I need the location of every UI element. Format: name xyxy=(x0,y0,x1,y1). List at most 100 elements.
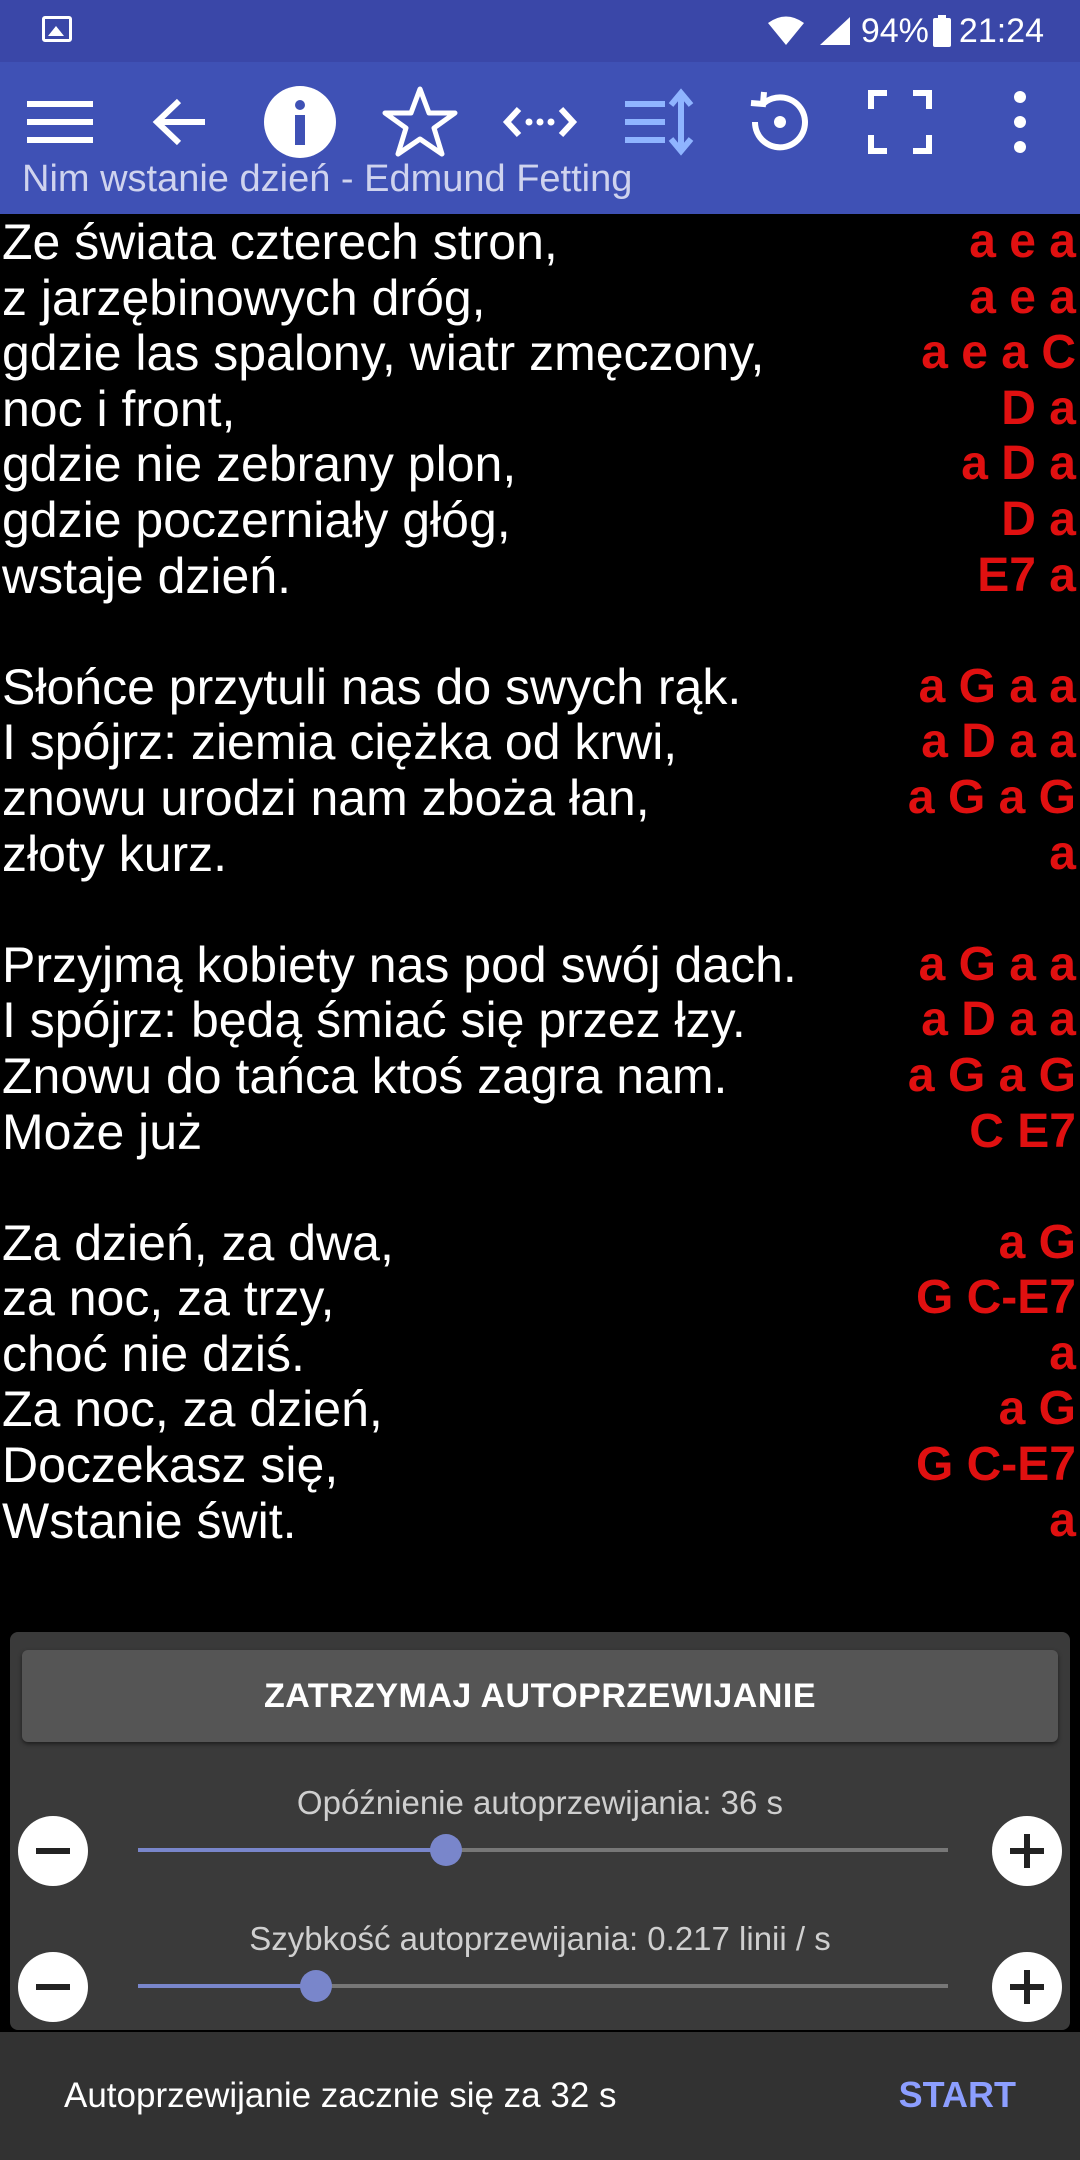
lyric-text: gdzie poczerniały głóg, xyxy=(2,491,511,548)
lyric-line: Wstanie świt. a xyxy=(0,1493,1080,1549)
chord-label[interactable]: a G xyxy=(999,1215,1076,1271)
wifi-icon xyxy=(767,16,804,45)
lyrics-view[interactable]: Ze świata czterech stron, a e az jarzębin… xyxy=(0,214,1080,1549)
chord-label[interactable]: D a xyxy=(1001,381,1076,437)
chord-label[interactable]: a G a a xyxy=(919,937,1076,993)
start-button[interactable]: START xyxy=(899,2074,1016,2116)
delay-slider-thumb[interactable] xyxy=(429,1834,462,1866)
speed-slider[interactable] xyxy=(138,1966,948,2006)
chord-label[interactable]: a G a G xyxy=(908,1048,1076,1104)
battery-percent: 94% xyxy=(860,11,929,50)
lyric-text: Za dzień, za dwa, xyxy=(2,1214,394,1271)
speed-increase-button[interactable] xyxy=(992,1952,1062,2022)
chord-label[interactable]: a D a xyxy=(961,436,1076,492)
lyric-text: Znowu do tańca ktoś zagra nam. xyxy=(2,1047,728,1104)
app-toolbar: Nim wstanie dzień - Edmund Fetting xyxy=(0,62,1080,214)
signal-icon xyxy=(819,17,850,45)
chord-label[interactable]: a G xyxy=(999,1381,1076,1437)
lyric-line: znowu urodzi nam zboża łan, a G a G xyxy=(0,770,1080,826)
lyric-text: Słońce przytuli nas do swych rąk. xyxy=(2,658,742,715)
lyric-line: Słońce przytuli nas do swych rąk. a G a a xyxy=(0,659,1080,715)
lyric-text: I spójrz: ziemia ciężka od krwi, xyxy=(2,714,678,771)
lyric-line: gdzie nie zebrany plon, a D a xyxy=(0,436,1080,492)
stanza-gap xyxy=(0,603,1080,659)
history-icon[interactable] xyxy=(738,80,822,164)
autoscroll-panel: ZATRZYMAJ AUTOPRZEWIJANIE Opóźnienie aut… xyxy=(10,1632,1070,2030)
lyric-line: złoty kurz. a xyxy=(0,826,1080,882)
chord-label[interactable]: a D a a xyxy=(921,714,1076,770)
stanza-gap xyxy=(0,881,1080,937)
lyric-line: I spójrz: będą śmiać się przez łzy. a D a… xyxy=(0,992,1080,1048)
lyric-text: gdzie nie zebrany plon, xyxy=(2,436,517,493)
chord-label[interactable]: a e a xyxy=(969,270,1076,326)
lyric-line: Za dzień, za dwa, a G xyxy=(0,1215,1080,1271)
lyric-text: z jarzębinowych dróg, xyxy=(2,269,486,326)
lyric-line: gdzie las spalony, wiatr zmęczony, a e a … xyxy=(0,325,1080,381)
chord-label[interactable]: a xyxy=(1049,1493,1076,1549)
more-vert-icon[interactable] xyxy=(978,80,1062,164)
lyric-line: za noc, za trzy, G C-E7 xyxy=(0,1270,1080,1326)
chord-label[interactable]: E7 a xyxy=(977,548,1076,604)
lyric-line: Doczekasz się, G C-E7 xyxy=(0,1437,1080,1493)
chord-label[interactable]: a xyxy=(1049,1326,1076,1382)
lyric-text: I spójrz: będą śmiać się przez łzy. xyxy=(2,992,746,1049)
stanza-gap xyxy=(0,1159,1080,1215)
lyric-text: Doczekasz się, xyxy=(2,1437,339,1494)
status-right: 94% 21:24 xyxy=(767,8,1044,54)
snackbar: Autoprzewijanie zacznie się za 32 s STAR… xyxy=(0,2032,1080,2160)
chord-label[interactable]: a D a a xyxy=(921,992,1076,1048)
lyric-text: noc i front, xyxy=(2,380,236,437)
minus-icon xyxy=(36,1848,70,1854)
lyric-text: znowu urodzi nam zboża łan, xyxy=(2,769,650,826)
lyric-text: Za noc, za dzień, xyxy=(2,1381,383,1438)
speed-decrease-button[interactable] xyxy=(18,1952,88,2022)
lyric-line: gdzie poczerniały głóg, D a xyxy=(0,492,1080,548)
chord-label[interactable]: a e a xyxy=(969,214,1076,270)
delay-decrease-button[interactable] xyxy=(18,1816,88,1886)
chord-label[interactable]: G C-E7 xyxy=(916,1437,1076,1493)
lyric-line: Znowu do tańca ktoś zagra nam. a G a G xyxy=(0,1048,1080,1104)
autoscroll-icon[interactable] xyxy=(618,80,702,164)
lyric-text: Wstanie świt. xyxy=(2,1492,297,1549)
lyric-line: I spójrz: ziemia ciężka od krwi, a D a a xyxy=(0,714,1080,770)
chord-label[interactable]: a G a G xyxy=(908,770,1076,826)
chord-label[interactable]: D a xyxy=(1001,492,1076,548)
lyric-text: za noc, za trzy, xyxy=(2,1270,335,1327)
chord-label[interactable]: C E7 xyxy=(969,1104,1076,1160)
chord-label[interactable]: G C-E7 xyxy=(916,1270,1076,1326)
lyric-line: noc i front, D a xyxy=(0,381,1080,437)
gallery-notification-icon xyxy=(42,16,72,42)
lyric-line: choć nie dziś. a xyxy=(0,1326,1080,1382)
lyric-line: Może już C E7 xyxy=(0,1104,1080,1160)
clock: 21:24 xyxy=(958,11,1044,50)
delay-increase-button[interactable] xyxy=(992,1816,1062,1886)
delay-slider[interactable] xyxy=(138,1830,948,1870)
snackbar-message: Autoprzewijanie zacznie się za 32 s xyxy=(64,2076,617,2115)
speed-label: Szybkość autoprzewijania: 0.217 linii / … xyxy=(249,1920,831,1957)
delay-label: Opóźnienie autoprzewijania: 36 s xyxy=(296,1784,784,1821)
stop-autoscroll-button[interactable]: ZATRZYMAJ AUTOPRZEWIJANIE xyxy=(22,1650,1058,1742)
battery-icon xyxy=(932,15,951,47)
lyric-line: Ze świata czterech stron, a e a xyxy=(0,214,1080,270)
back-arrow-icon[interactable] xyxy=(138,80,222,164)
transpose-icon[interactable] xyxy=(498,80,582,164)
chord-label[interactable]: a G a a xyxy=(919,659,1076,715)
minus-icon xyxy=(36,1984,70,1990)
menu-icon[interactable] xyxy=(18,80,102,164)
lyric-text: Przyjmą kobiety nas pod swój dach. xyxy=(2,936,797,993)
lyric-text: gdzie las spalony, wiatr zmęczony, xyxy=(2,325,765,382)
chord-label[interactable]: a e a C xyxy=(921,325,1076,381)
speed-slider-thumb[interactable] xyxy=(300,1970,333,2002)
song-title: Nim wstanie dzień - Edmund Fetting xyxy=(22,158,633,200)
lyric-line: z jarzębinowych dróg, a e a xyxy=(0,270,1080,326)
chord-label[interactable]: a xyxy=(1049,826,1076,882)
status-bar: 94% 21:24 xyxy=(0,0,1080,62)
lyric-text: Może już xyxy=(2,1103,203,1160)
info-icon[interactable] xyxy=(258,80,342,164)
star-icon[interactable] xyxy=(378,80,462,164)
lyric-line: wstaje dzień. E7 a xyxy=(0,548,1080,604)
lyric-text: Ze świata czterech stron, xyxy=(2,214,558,270)
lyric-text: choć nie dziś. xyxy=(2,1325,305,1382)
fullscreen-icon[interactable] xyxy=(858,80,942,164)
lyric-line: Przyjmą kobiety nas pod swój dach. a G a … xyxy=(0,937,1080,993)
